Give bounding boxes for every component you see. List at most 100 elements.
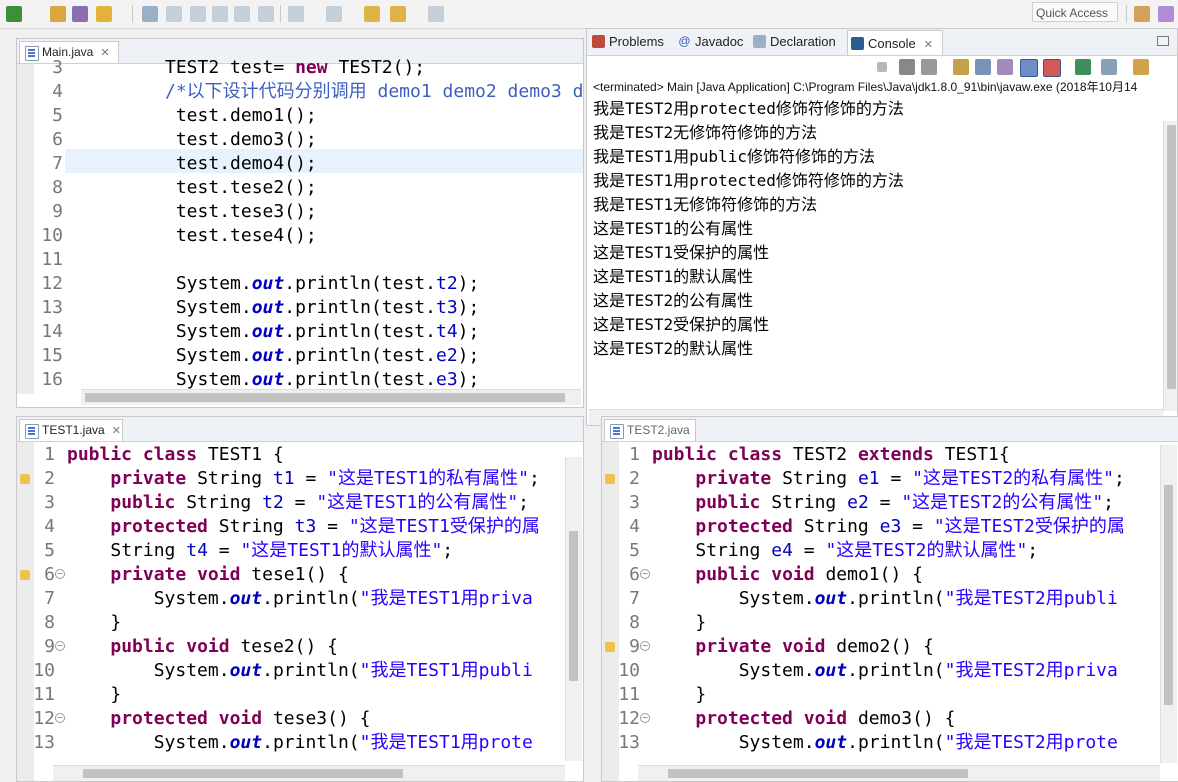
- save-icon[interactable]: [72, 6, 88, 22]
- open-perspective-icon[interactable]: [1134, 6, 1150, 22]
- run-wand-icon[interactable]: [96, 6, 112, 22]
- close-icon[interactable]: ✕: [100, 47, 109, 59]
- line-number: 7: [52, 153, 63, 174]
- toggle-icon[interactable]: [190, 6, 206, 22]
- format-icon[interactable]: [212, 6, 228, 22]
- line-number: 4: [44, 516, 55, 537]
- fold-toggle-icon[interactable]: −: [640, 569, 650, 579]
- test2-java-editor[interactable]: TEST2.java 1 2 3 4 5 6 7 8 9 10 11 12 13 public clas…: [601, 416, 1178, 782]
- fold-toggle-icon[interactable]: −: [55, 641, 65, 651]
- tab-console[interactable]: Console ✕: [847, 30, 943, 55]
- test1-java-editor[interactable]: TEST1.java ✕ 1 2 3 4 5 6 7 8 9 10 11 12 13 public cla…: [16, 416, 584, 782]
- show-on-stderr-icon[interactable]: [1043, 59, 1061, 77]
- page-icon[interactable]: [258, 6, 274, 22]
- console-output-line: 这是TEST2受保护的属性: [593, 315, 770, 334]
- line-number: 5: [52, 105, 63, 126]
- code-line: String e4 = "这是TEST2的默认属性";: [695, 540, 1039, 561]
- console-output-line: 这是TEST1的默认属性: [593, 267, 754, 286]
- line-number: 11: [33, 684, 55, 705]
- terminate-icon[interactable]: [877, 62, 887, 72]
- remove-launch-icon[interactable]: [899, 59, 915, 75]
- code-line: System.out.println("我是TEST2用prote: [738, 732, 1118, 753]
- forward-arrow-icon[interactable]: [428, 6, 444, 22]
- horizontal-scrollbar[interactable]: [81, 389, 581, 405]
- console-output-line: 我是TEST2用protected修饰符修饰的方法: [593, 99, 904, 118]
- fold-toggle-icon[interactable]: −: [640, 641, 650, 651]
- vertical-scrollbar[interactable]: [1160, 445, 1177, 763]
- remove-all-icon[interactable]: [921, 59, 937, 75]
- tab-test1-java[interactable]: TEST1.java ✕: [19, 419, 123, 441]
- console-output-line: 我是TEST2无修饰符修饰的方法: [593, 123, 818, 142]
- show-on-stdout-icon[interactable]: [1020, 59, 1038, 77]
- main-java-editor[interactable]: Main.java ✕ 3 4 5 6 7 8 9 10 11 12 13 14 15 16 TEST2 t…: [16, 38, 584, 408]
- open-folder-icon[interactable]: [50, 6, 66, 22]
- warning-icon: [605, 642, 615, 652]
- back-arrow-icon[interactable]: [390, 6, 406, 22]
- scroll-lock-icon[interactable]: [975, 59, 991, 75]
- editor-tabbar: TEST2.java: [602, 417, 1178, 442]
- code-line: String t4 = "这是TEST1的默认属性";: [110, 540, 454, 561]
- code-line: }: [652, 684, 707, 705]
- code-line: private String t1 = "这是TEST1的私有属性";: [110, 468, 540, 489]
- at-icon: @: [678, 34, 691, 48]
- line-number: 3: [629, 492, 640, 513]
- line-number: 15: [41, 345, 63, 366]
- console-output-line: 我是TEST1无修饰符修饰的方法: [593, 195, 818, 214]
- code-line: public void demo1() {: [695, 564, 923, 585]
- code-line: protected String e3 = "这是TEST2受保护的属: [695, 516, 1125, 537]
- code-line: }: [67, 612, 122, 633]
- code-line: private void tese1() {: [110, 564, 349, 585]
- tab-javadoc[interactable]: @ Javadoc: [675, 29, 743, 55]
- quick-access-input[interactable]: Quick Access: [1032, 2, 1118, 22]
- tab-test2-java[interactable]: TEST2.java: [604, 419, 696, 441]
- tab-main-java[interactable]: Main.java ✕: [19, 41, 119, 63]
- code-line: public String t2 = "这是TEST1的公有属性";: [110, 492, 530, 513]
- fold-toggle-icon[interactable]: −: [640, 713, 650, 723]
- line-number: 14: [41, 321, 63, 342]
- close-icon[interactable]: ✕: [112, 425, 121, 437]
- console-view: Problems @ Javadoc Declaration Console ✕ <…: [586, 28, 1178, 426]
- horizontal-scrollbar[interactable]: [53, 765, 565, 781]
- tab-declaration[interactable]: Declaration: [750, 29, 836, 55]
- display-console-icon[interactable]: [1101, 59, 1117, 75]
- horizontal-scrollbar[interactable]: [638, 765, 1160, 781]
- open-console-icon[interactable]: [1133, 59, 1149, 75]
- warning-icon: [605, 474, 615, 484]
- new-icon[interactable]: [6, 6, 22, 22]
- java-perspective-icon[interactable]: [1158, 6, 1174, 22]
- warning-icon: [20, 570, 30, 580]
- minimize-icon[interactable]: [1157, 36, 1169, 46]
- line-number: 5: [629, 540, 640, 561]
- fold-toggle-icon[interactable]: −: [55, 713, 65, 723]
- editor-gutter: [17, 64, 34, 394]
- code-line: protected void tese3() {: [110, 708, 371, 729]
- code-line: System.out.println("我是TEST2用priva: [738, 660, 1118, 681]
- line-number: 7: [629, 588, 640, 609]
- line-number: 4: [52, 81, 63, 102]
- code-line: System.out.println("我是TEST1用prote: [153, 732, 533, 753]
- line-number: 2: [44, 468, 55, 489]
- java-file-icon: [25, 424, 39, 439]
- line-number: 7: [44, 588, 55, 609]
- document-icon[interactable]: [234, 6, 250, 22]
- line-number: 9: [44, 636, 55, 657]
- comment-icon[interactable]: [142, 6, 158, 22]
- fold-toggle-icon[interactable]: −: [55, 569, 65, 579]
- clear-console-icon[interactable]: [953, 59, 969, 75]
- line-number: 6: [629, 564, 640, 585]
- code-line: System.out.println(test.e2);: [175, 345, 480, 366]
- java-file-icon: [25, 46, 39, 61]
- last-edit-icon[interactable]: [364, 6, 380, 22]
- vertical-scrollbar[interactable]: [565, 457, 582, 761]
- pin-console-icon[interactable]: [1075, 59, 1091, 75]
- close-icon[interactable]: ✕: [924, 39, 933, 51]
- tab-problems[interactable]: Problems: [589, 29, 664, 55]
- code-line: System.out.println(test.t4);: [175, 321, 480, 342]
- prev-annotation-icon[interactable]: [326, 6, 342, 22]
- line-number: 16: [41, 369, 63, 390]
- vertical-scrollbar[interactable]: [1163, 121, 1177, 411]
- word-wrap-icon[interactable]: [997, 59, 1013, 75]
- next-annotation-icon[interactable]: [288, 6, 304, 22]
- line-number: 13: [618, 732, 640, 753]
- edit-icon[interactable]: [166, 6, 182, 22]
